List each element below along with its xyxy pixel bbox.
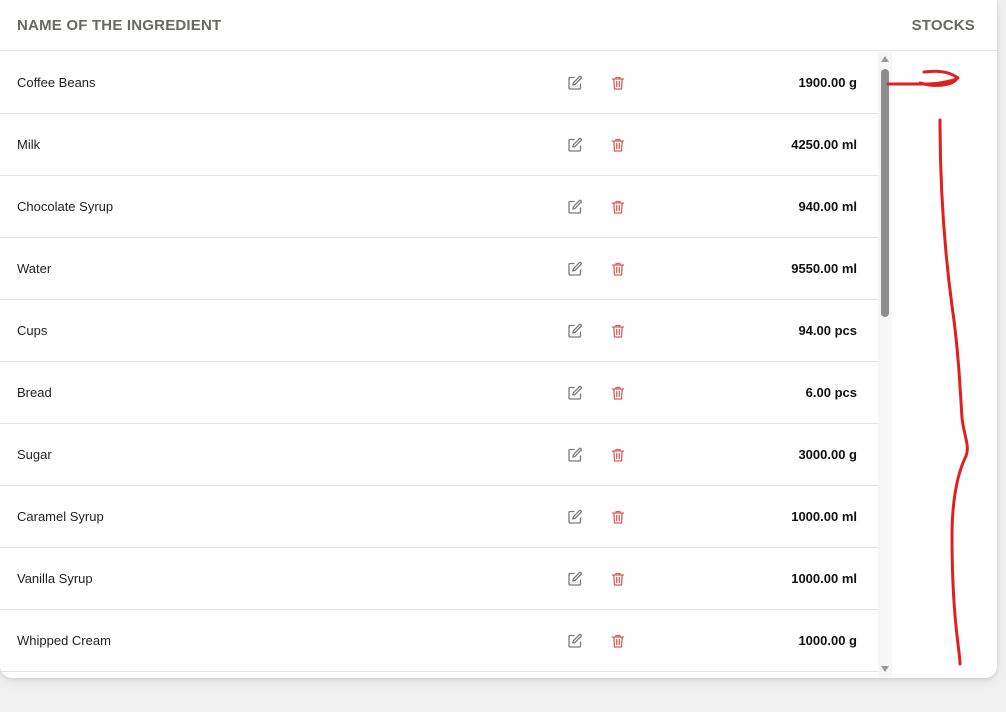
ingredient-name: Cups bbox=[17, 323, 48, 338]
table-row: Sugar 3000.00 g bbox=[0, 424, 878, 486]
edit-icon[interactable] bbox=[567, 261, 583, 277]
table-row: Chocolate Syrup 940.00 ml bbox=[0, 176, 878, 238]
edit-icon[interactable] bbox=[567, 323, 583, 339]
red-annotation-drawing bbox=[886, 69, 969, 666]
scroll-up-arrow-icon[interactable] bbox=[881, 56, 889, 62]
ingredient-name: Sugar bbox=[17, 447, 52, 462]
edit-icon[interactable] bbox=[567, 447, 583, 463]
edit-icon[interactable] bbox=[567, 75, 583, 91]
annotation-arrow-stroke bbox=[886, 69, 960, 87]
trash-icon[interactable] bbox=[610, 323, 626, 339]
ingredient-stock: 1000.00 ml bbox=[791, 509, 857, 524]
trash-icon[interactable] bbox=[610, 199, 626, 215]
ingredient-stock: 3000.00 g bbox=[798, 447, 857, 462]
ingredient-stock: 1000.00 ml bbox=[791, 571, 857, 586]
ingredient-name: Milk bbox=[17, 137, 41, 152]
column-header-name: NAME OF THE INGREDIENT bbox=[17, 17, 222, 34]
trash-icon[interactable] bbox=[610, 137, 626, 153]
edit-icon[interactable] bbox=[567, 509, 583, 525]
table-row: Cups 94.00 pcs bbox=[0, 300, 878, 362]
scrollbar-thumb[interactable] bbox=[881, 69, 889, 317]
ingredient-name: Coffee Beans bbox=[17, 75, 96, 90]
trash-icon[interactable] bbox=[610, 385, 626, 401]
ingredient-name: Bread bbox=[17, 385, 52, 400]
table-row: Bread 6.00 pcs bbox=[0, 362, 878, 424]
edit-icon[interactable] bbox=[567, 633, 583, 649]
ingredient-stock: 940.00 ml bbox=[798, 199, 857, 214]
column-header-stocks: STOCKS bbox=[911, 17, 975, 34]
ingredient-name: Chocolate Syrup bbox=[17, 199, 114, 214]
ingredient-name: Water bbox=[17, 261, 52, 276]
trash-icon[interactable] bbox=[610, 75, 626, 91]
table-row: Vanilla Syrup 1000.00 ml bbox=[0, 548, 878, 610]
edit-icon[interactable] bbox=[567, 385, 583, 401]
trash-icon[interactable] bbox=[610, 571, 626, 587]
ingredient-stock: 4250.00 ml bbox=[791, 137, 857, 152]
ingredient-name: Whipped Cream bbox=[17, 633, 111, 648]
edit-icon[interactable] bbox=[567, 137, 583, 153]
ingredient-stock: 9550.00 ml bbox=[791, 261, 857, 276]
annotation-bracket-line bbox=[938, 118, 969, 666]
trash-icon[interactable] bbox=[610, 261, 626, 277]
ingredient-name: Vanilla Syrup bbox=[17, 571, 93, 586]
trash-icon[interactable] bbox=[610, 633, 626, 649]
table-header: NAME OF THE INGREDIENT STOCKS bbox=[0, 0, 997, 51]
table-row: Whipped Cream 1000.00 g bbox=[0, 610, 878, 672]
table-row: Coffee Beans 1900.00 g bbox=[0, 52, 878, 114]
trash-icon[interactable] bbox=[610, 447, 626, 463]
edit-icon[interactable] bbox=[567, 571, 583, 587]
vertical-scrollbar[interactable] bbox=[878, 52, 892, 678]
ingredient-list: Coffee Beans 1900.00 g Milk 4250.00 ml Choco… bbox=[0, 52, 878, 674]
scroll-down-arrow-icon[interactable] bbox=[881, 666, 889, 672]
ingredient-stock: 6.00 pcs bbox=[805, 385, 857, 400]
table-row: Milk 4250.00 ml bbox=[0, 114, 878, 176]
ingredient-stock: 1000.00 g bbox=[798, 633, 857, 648]
table-row: Water 9550.00 ml bbox=[0, 238, 878, 300]
table-row: Caramel Syrup 1000.00 ml bbox=[0, 486, 878, 548]
ingredient-stock: 94.00 pcs bbox=[798, 323, 857, 338]
ingredient-stock: 1900.00 g bbox=[798, 75, 857, 90]
trash-icon[interactable] bbox=[610, 509, 626, 525]
ingredients-card: NAME OF THE INGREDIENT STOCKS Coffee Bea… bbox=[0, 0, 997, 678]
edit-icon[interactable] bbox=[567, 199, 583, 215]
ingredient-name: Caramel Syrup bbox=[17, 509, 104, 524]
